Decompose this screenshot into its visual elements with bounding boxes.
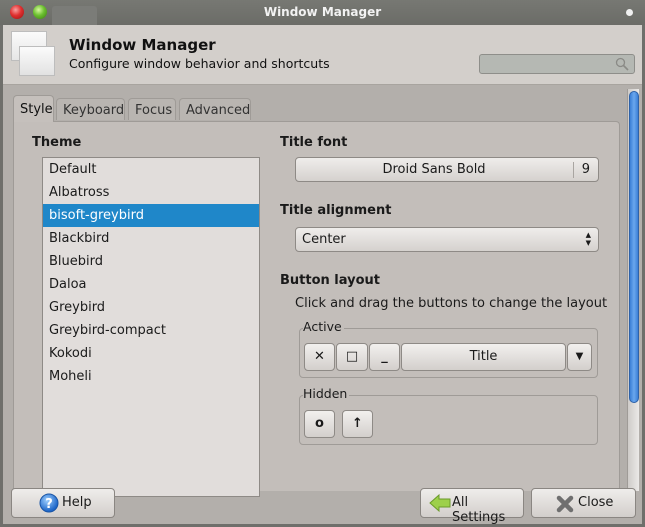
dialog-header: Window Manager Configure window behavior… — [3, 25, 642, 85]
close-button[interactable]: Close — [531, 488, 636, 518]
stick-icon: o — [315, 416, 324, 431]
window-title: Window Manager — [263, 5, 382, 19]
maximize-icon: □ — [345, 349, 359, 364]
updown-arrows-icon: ▲ ▼ — [585, 231, 591, 247]
theme-item[interactable]: Kokodi — [43, 342, 259, 365]
shade-arrow-up-icon: ↑ — [352, 416, 363, 431]
vertical-scrollbar[interactable] — [627, 89, 639, 491]
title-layout-label: Title — [469, 349, 498, 364]
search-input[interactable] — [479, 54, 635, 74]
theme-item[interactable]: Greybird-compact — [43, 319, 259, 342]
help-label: Help — [62, 495, 92, 510]
theme-item[interactable]: Bluebird — [43, 250, 259, 273]
minimize-layout-button[interactable]: _ — [369, 343, 400, 371]
help-button[interactable]: ? Help — [11, 488, 115, 518]
window-menu-dot-icon[interactable] — [626, 9, 633, 16]
window-body: Window Manager Configure window behavior… — [3, 25, 642, 525]
theme-item[interactable]: Blackbird — [43, 227, 259, 250]
tab-keyboard[interactable]: Keyboard — [56, 98, 125, 120]
shade-layout-button[interactable]: ↑ — [342, 410, 373, 438]
close-x-icon — [556, 495, 574, 513]
title-font-label: Title font — [280, 135, 348, 150]
tab-advanced[interactable]: Advanced — [179, 98, 251, 120]
close-icon: ✕ — [314, 349, 325, 364]
tab-focus[interactable]: Focus — [128, 98, 176, 120]
menu-layout-button[interactable]: ▼ — [567, 343, 592, 371]
hidden-label: Hidden — [303, 386, 350, 401]
button-layout-label: Button layout — [280, 273, 381, 288]
minimize-icon: _ — [381, 349, 388, 364]
window-manager-icon — [11, 31, 59, 77]
all-settings-label: All Settings — [452, 495, 506, 525]
theme-list[interactable]: Default Albatross bisoft-greybird Blackb… — [42, 157, 260, 497]
svg-text:?: ? — [45, 497, 53, 512]
alignment-value: Center — [302, 232, 346, 247]
font-name: Droid Sans Bold — [382, 162, 486, 177]
font-size: 9 — [581, 162, 590, 177]
stick-layout-button[interactable]: o — [304, 410, 335, 438]
tab-style[interactable]: Style — [13, 95, 54, 122]
theme-item[interactable]: Greybird — [43, 296, 259, 319]
theme-item[interactable]: Daloa — [43, 273, 259, 296]
all-settings-button[interactable]: All Settings — [420, 488, 524, 525]
theme-label: Theme — [32, 135, 82, 150]
active-buttons-frame: Active ✕ □ _ Title ▼ — [299, 319, 598, 378]
theme-item[interactable]: Moheli — [43, 365, 259, 388]
style-panel: Theme Default Albatross bisoft-greybird … — [13, 121, 620, 497]
title-layout-button[interactable]: Title — [401, 343, 566, 371]
title-alignment-label: Title alignment — [280, 203, 392, 218]
header-title: Window Manager — [69, 36, 216, 54]
back-arrow-icon — [429, 494, 451, 512]
close-label: Close — [578, 495, 614, 510]
hidden-buttons-frame: Hidden o ↑ — [299, 386, 598, 445]
theme-item[interactable]: Albatross — [43, 181, 259, 204]
help-icon: ? — [39, 493, 59, 513]
scrollbar-thumb[interactable] — [629, 91, 639, 403]
theme-item[interactable]: Default — [43, 158, 259, 181]
window-titlebar[interactable]: Window Manager — [0, 0, 645, 25]
button-layout-description: Click and drag the buttons to change the… — [295, 296, 608, 311]
title-alignment-select[interactable]: Center ▲ ▼ — [295, 227, 599, 252]
header-subtitle: Configure window behavior and shortcuts — [69, 56, 330, 71]
maximize-layout-button[interactable]: □ — [336, 343, 368, 371]
font-separator — [573, 162, 574, 178]
menu-dropdown-icon: ▼ — [575, 351, 584, 362]
title-font-button[interactable]: Droid Sans Bold 9 — [295, 157, 599, 182]
search-icon — [615, 57, 629, 71]
close-layout-button[interactable]: ✕ — [304, 343, 335, 371]
theme-item-selected[interactable]: bisoft-greybird — [43, 204, 259, 227]
active-label: Active — [303, 319, 344, 334]
